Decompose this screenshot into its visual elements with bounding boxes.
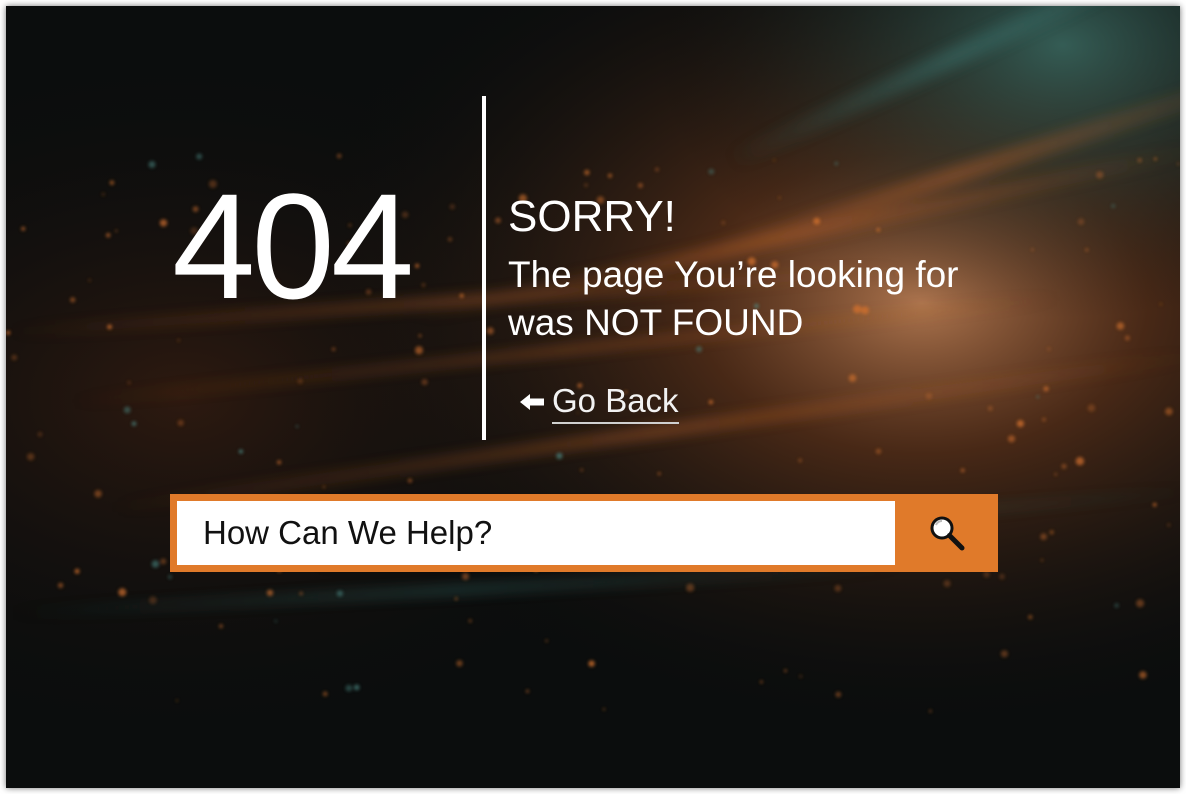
page-frame: 404 SORRY! The page You’re looking for w…: [6, 6, 1180, 788]
vertical-divider: [482, 96, 486, 440]
arrow-left-icon: [520, 394, 544, 410]
go-back-label: Go Back: [552, 380, 679, 424]
search-input[interactable]: [177, 501, 895, 565]
search-icon: [930, 516, 964, 551]
search-bar: [170, 494, 998, 572]
go-back-link[interactable]: Go Back: [520, 380, 679, 424]
error-message: The page You’re looking for was NOT FOUN…: [508, 254, 959, 343]
error-code: 404: [172, 162, 414, 330]
search-button[interactable]: [895, 494, 998, 572]
error-headline: SORRY!: [508, 192, 676, 241]
